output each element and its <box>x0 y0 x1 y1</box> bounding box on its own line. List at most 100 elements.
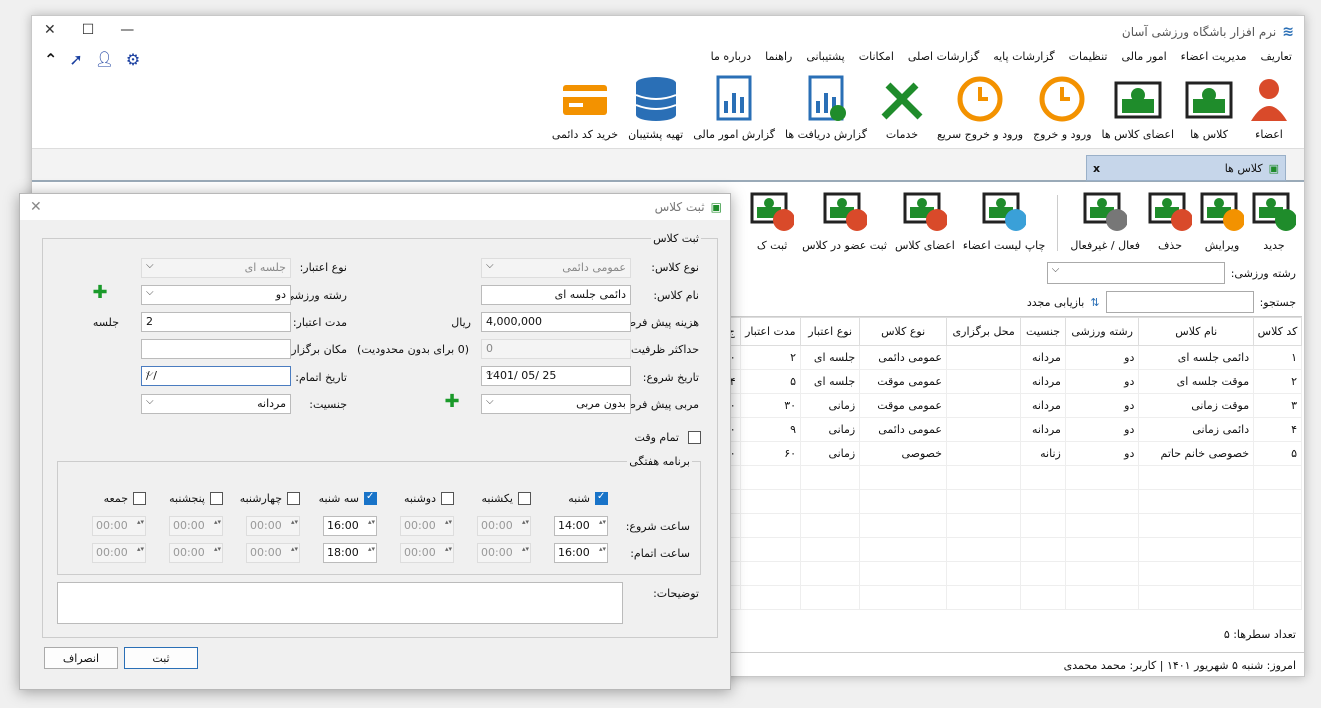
menu-item[interactable]: راهنما <box>765 50 792 63</box>
grid-header: کد کلاس نام کلاس رشته ورزشی جنسیت محل برگزار… <box>722 317 1302 346</box>
ribbon-button[interactable]: خرید کد دائمی <box>552 74 618 141</box>
submit-button[interactable]: ثبت <box>124 647 198 669</box>
tab-close-icon[interactable]: x <box>1093 162 1100 175</box>
add-coach-icon[interactable]: ✚ <box>443 393 461 412</box>
table-row[interactable]: ۳ موقت زمانی دو مردانه عمومی موقت زمانی ۳۰ ۰ <box>722 393 1302 418</box>
ribbon-button[interactable]: کلاس ها <box>1184 74 1234 141</box>
toolbar-button[interactable]: ثبت ک <box>750 191 795 263</box>
toolbar-button[interactable]: ثبت عضو در کلاس <box>802 191 887 263</box>
day-checkbox[interactable] <box>287 492 300 505</box>
menu-item[interactable]: پشتیبانی <box>806 50 844 63</box>
column-header[interactable]: رشته ورزشی <box>1064 317 1140 346</box>
ribbon-button[interactable]: خدمات <box>877 74 927 141</box>
menu-item[interactable]: گزارشات پایه <box>993 50 1054 63</box>
end-time-spinner[interactable]: 00:00 <box>169 543 223 563</box>
end-time-spinner[interactable]: 00:00 <box>400 543 454 563</box>
menu-item[interactable]: تعاریف <box>1261 50 1292 63</box>
ribbon-button[interactable]: ورود و خروج <box>1033 74 1092 141</box>
add-sport-icon[interactable]: ✚ <box>91 284 109 303</box>
cancel-button[interactable]: انصراف <box>44 647 118 669</box>
column-header[interactable]: محل برگزاری <box>945 317 1022 346</box>
column-header[interactable]: نام کلاس <box>1138 317 1255 346</box>
ribbon-button[interactable]: گزارش امور مالی <box>693 74 775 141</box>
end-time-spinner[interactable]: 00:00 <box>477 543 531 563</box>
menu-item[interactable]: امور مالی <box>1121 50 1166 63</box>
day-checkbox[interactable] <box>595 491 608 505</box>
dialog-close-icon[interactable]: ✕ <box>30 199 42 215</box>
gender-select[interactable]: مردانه <box>141 394 291 414</box>
refresh-button[interactable]: بازیابی مجدد <box>1027 296 1085 309</box>
day-checkbox[interactable] <box>518 492 531 505</box>
table-cell <box>945 465 1022 490</box>
location-field[interactable] <box>141 339 291 359</box>
search-input[interactable] <box>1105 291 1254 313</box>
toolbar-button[interactable]: ویرایش <box>1200 191 1244 263</box>
toolbar-button[interactable]: حذف <box>1148 191 1192 263</box>
end-date-field[interactable]: / / <box>141 366 291 386</box>
user-icon[interactable]: 👤︎ <box>95 50 114 69</box>
toolbar-button[interactable]: اعضای کلاس <box>895 191 955 263</box>
tab-classes[interactable]: ▣ کلاس ها x <box>1086 155 1286 181</box>
minimize-icon[interactable]: — <box>120 22 134 38</box>
coach-select[interactable]: بدون مربی <box>481 394 631 414</box>
column-header[interactable]: مدت اعتبار <box>739 317 802 346</box>
table-row[interactable]: ۵ خصوصی خانم حاتم دو زنانه خصوصی زمانی ۶۰ ۰ <box>722 441 1302 466</box>
end-time-spinner[interactable]: 00:00 <box>246 543 300 563</box>
menu-item[interactable]: گزارشات اصلی <box>908 50 979 63</box>
day-checkbox[interactable] <box>441 492 454 505</box>
day-checkbox[interactable] <box>133 492 146 505</box>
maximize-icon[interactable]: ☐ <box>82 22 95 38</box>
start-time-spinner[interactable]: 00:00 <box>477 516 531 536</box>
fee-field[interactable]: 4,000,000 <box>481 312 631 332</box>
ribbon-button[interactable]: گزارش دریافت ها <box>785 74 867 141</box>
class-type-select[interactable]: عمومی دائمی <box>481 258 631 278</box>
toolbar-button[interactable]: جدید <box>1252 191 1296 263</box>
table-row[interactable]: ۲ موقت جلسه ای دو مردانه عمومی موقت جلسه ای ۵ ۴ <box>722 369 1302 394</box>
class-name-field[interactable]: دائمی جلسه ای <box>481 285 631 305</box>
notes-label: توضیحات: <box>653 587 699 600</box>
start-time-spinner[interactable]: 16:00 <box>323 516 377 536</box>
collapse-icon[interactable]: ⌃ <box>44 50 57 69</box>
menu-item[interactable]: مدیریت اعضاء <box>1181 50 1247 63</box>
start-time-spinner[interactable]: 00:00 <box>169 516 223 536</box>
arrow-icon[interactable]: ➚ <box>69 50 82 69</box>
table-row[interactable]: ۴ دائمی زمانی دو مردانه عمومی دائمی زمانی ۹ ۰ <box>722 417 1302 442</box>
start-time-spinner[interactable]: 14:00 <box>554 516 608 536</box>
ribbon-button[interactable]: ورود و خروج سریع <box>937 74 1023 141</box>
end-time-spinner[interactable]: 18:00 <box>323 543 377 563</box>
toolbar-button[interactable]: فعال / غیرفعال <box>1070 191 1140 263</box>
gear-icon[interactable]: ⚙ <box>126 50 140 69</box>
column-header[interactable]: جنسیت <box>1020 317 1066 346</box>
validity-type-select[interactable]: جلسه ای <box>141 258 291 278</box>
ribbon-button[interactable]: اعضاء <box>1244 74 1294 141</box>
ribbon-button[interactable]: تهیه پشتیبان <box>628 74 683 141</box>
start-time-spinner[interactable]: 00:00 <box>246 516 300 536</box>
close-icon[interactable]: ✕ <box>44 22 56 38</box>
toolbar-new-icon <box>1252 191 1296 233</box>
toolbar-button[interactable]: چاپ لیست اعضاء <box>963 191 1045 263</box>
sport-filter-select[interactable] <box>1046 262 1225 284</box>
start-time-spinner[interactable]: 00:00 <box>400 516 454 536</box>
fulltime-checkbox[interactable] <box>688 431 701 444</box>
end-time-spinner[interactable]: 00:00 <box>92 543 146 563</box>
start-date-field[interactable]: 1401/ 05/ 25 <box>481 366 631 386</box>
menu-item[interactable]: امکانات <box>859 50 894 63</box>
day-checkbox[interactable] <box>210 492 223 505</box>
table-row[interactable]: ۱ دائمی جلسه ای دو مردانه عمومی دائمی جلسه ای… <box>722 345 1302 370</box>
capacity-field[interactable]: 0 <box>481 339 631 359</box>
refresh-icon[interactable]: ⇅ <box>1090 296 1099 309</box>
notes-field[interactable] <box>57 582 623 624</box>
start-time-spinner[interactable]: 00:00 <box>92 516 146 536</box>
day-checkbox[interactable] <box>364 491 377 505</box>
end-time-spinner[interactable]: 16:00 <box>554 543 608 563</box>
sport-select[interactable]: دو <box>141 285 291 305</box>
ribbon-button[interactable]: اعضای کلاس ها <box>1102 74 1174 141</box>
menu-item[interactable]: درباره ما <box>711 50 751 63</box>
menu-item[interactable]: تنظیمات <box>1069 50 1108 63</box>
fee-label: هزینه پیش فرض: <box>619 316 699 329</box>
column-header[interactable]: نوع کلاس <box>859 317 947 346</box>
column-header[interactable]: کد کلاس <box>1253 317 1302 346</box>
column-header[interactable]: نوع اعتبار <box>800 317 861 346</box>
duration-field[interactable]: 2 <box>141 312 291 332</box>
table-cell: دائمی زمانی <box>1138 417 1255 442</box>
